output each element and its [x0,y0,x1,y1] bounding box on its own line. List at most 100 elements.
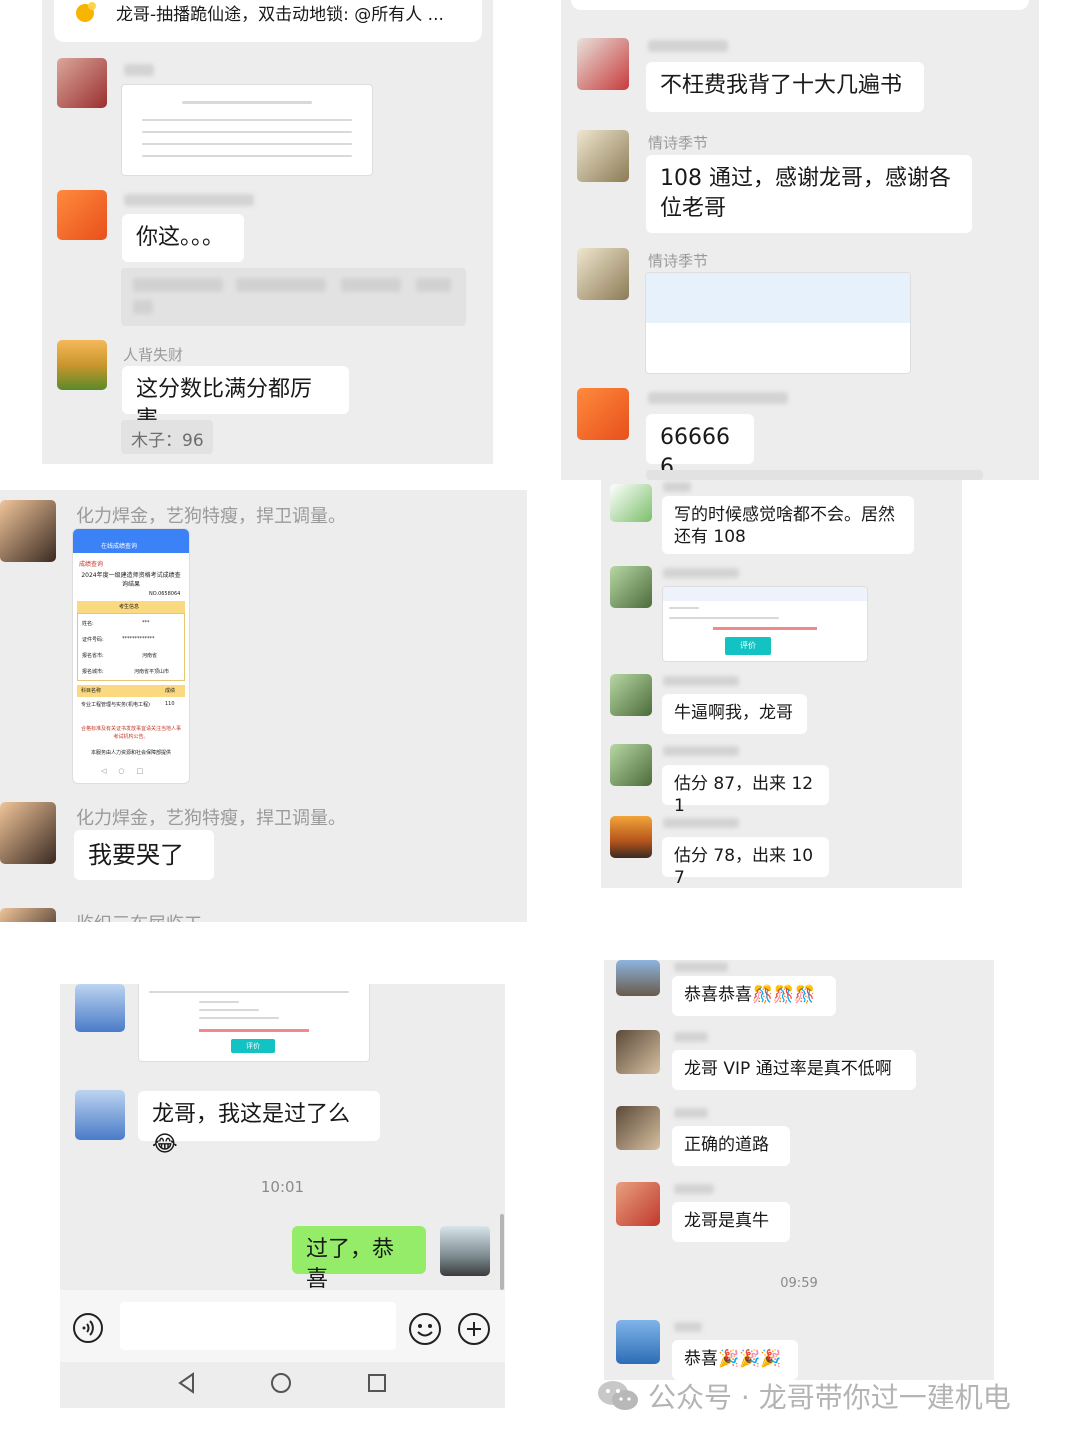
message-bubble[interactable]: 恭喜🎉🎉🎉 [672,1340,798,1380]
phone-bottom-note: 本服务由人力资源和社会保障部提供 [90,750,171,756]
sender-name: 化力焊金，艺狗特瘦，捍卫调量。 [76,808,346,829]
sender-name-blurred [648,392,788,404]
sender-name-blurred [674,962,728,972]
message-bubble[interactable]: 恭喜恭喜🎊🎊🎊 [672,976,836,1016]
sent-message-bubble[interactable]: 过了，恭喜 [292,1226,426,1292]
pinned-text: 龙哥-抽播跪仙途，双击动地锁: @所有人 ... [116,5,444,25]
avatar[interactable] [610,484,652,522]
evaluate-button-label: 评价 [246,1042,260,1050]
phone-number: NO.0658064 [149,591,181,597]
message-bubble[interactable]: 龙哥，我这是过了么😂 [138,1091,380,1157]
avatar[interactable] [0,802,56,864]
sender-name: 情诗季节 [648,134,709,152]
phone-value: 河南省 [142,653,158,659]
phone-subject-col: 科目名称 [81,688,102,694]
scrollbar[interactable] [500,1214,504,1290]
sender-name-blurred [124,64,154,76]
avatar[interactable] [616,1182,660,1226]
avatar[interactable] [75,984,125,1032]
phone-label: 证件号码: [82,637,104,643]
evaluate-button-label: 评价 [740,641,756,650]
avatar[interactable] [616,1030,660,1074]
score-screenshot-thumbnail[interactable] [121,84,373,176]
phone-nav-bar: ◁○□ [101,767,156,775]
phone-value: *** [142,620,150,626]
avatar[interactable] [75,1090,125,1140]
message-bubble[interactable]: 不枉费我背了十大几遍书 [646,62,924,112]
avatar[interactable] [610,674,652,716]
score-screenshot-card[interactable]: 评价 [662,586,868,662]
quote-text: 木子：96 [131,431,204,451]
quoted-message[interactable]: 木子：96 [121,420,213,454]
pinned-announcement[interactable]: 龙哥-抽播跪仙途，双击动地锁: @所有人 ... [54,0,482,42]
message-bubble[interactable]: 龙哥是真牛 [672,1202,790,1242]
message-bubble[interactable]: 我要哭了 [74,830,214,880]
avatar[interactable] [577,388,629,440]
watermark-text: 公众号 · 龙哥带你过一建机电 [648,1381,1011,1414]
phone-header: 在线成绩查询 [101,543,138,550]
avatar[interactable] [577,130,629,182]
chat-panel-1: 龙哥-抽播跪仙途，双击动地锁: @所有人 ... 你这。。。 人背失财 这分数比… [42,0,493,464]
message-bubble[interactable]: 这分数比满分都厉害， [122,366,349,432]
chat-panel-3: 化力焊金，艺狗特瘦，捍卫调量。 在线成绩查询 成绩查询 2024年度一级建造师资… [0,490,527,922]
phone-title: 2024年度一级建造师资格考试成绩查询结果 [81,572,181,588]
message-timestamp: 10:01 [260,1178,305,1196]
image-message[interactable] [645,272,911,374]
sender-name-blurred [674,1184,714,1194]
avatar[interactable] [577,248,629,300]
message-bubble[interactable]: 估分 78，出来 107 [662,837,829,888]
sender-name-blurred [663,746,739,756]
voice-icon[interactable] [72,1312,104,1344]
home-nav-icon[interactable] [266,1368,296,1398]
avatar[interactable] [0,500,56,562]
sender-name-blurred [674,1032,708,1042]
sender-name: 情诗季节 [648,252,709,270]
avatar[interactable] [610,816,652,858]
avatar[interactable] [616,1106,660,1150]
message-bubble[interactable]: 108 通过，感谢龙哥，感谢各位老哥 [646,155,972,233]
avatar[interactable] [616,1320,660,1364]
sender-name-blurred [674,1322,702,1332]
avatar[interactable] [57,340,107,390]
phone-section: 成绩查询 [79,561,104,568]
avatar[interactable] [57,190,107,240]
evaluate-button[interactable]: 评价 [725,637,771,655]
avatar[interactable] [610,566,652,608]
message-bubble[interactable]: 龙哥 VIP 通过率是真不低啊 [672,1050,916,1090]
avatar[interactable] [577,38,629,90]
sender-name: 化力焊金，艺狗特瘦，捍卫调量。 [76,506,346,527]
message-bubble[interactable]: 正确的道路 [672,1126,790,1166]
sender-name-blurred [124,194,254,206]
chat-panel-4: 写的时候感觉啥都不会。居然还有 108 评价 牛逼啊我，龙哥 估分 87，出来 … [601,480,962,888]
next-item-edge [646,470,983,480]
score-screenshot-card[interactable]: 评价 [138,984,370,1062]
plus-icon[interactable] [457,1312,491,1346]
message-bubble[interactable]: 估分 87，出来 121 [662,765,829,816]
avatar[interactable] [616,960,660,996]
phone-subject-score: 110 [165,701,175,707]
avatar[interactable] [0,908,56,922]
avatar[interactable] [57,58,107,108]
message-bubble[interactable]: 写的时候感觉啥都不会。居然还有 108 [662,496,914,554]
phone-screenshot-message[interactable]: 在线成绩查询 成绩查询 2024年度一级建造师资格考试成绩查询结果 NO.065… [72,528,190,784]
emoji-icon[interactable] [408,1312,442,1346]
message-bubble[interactable]: 666666 [646,414,754,480]
phone-subject-row: 专业工程管理与实务(机电工程) [81,702,150,708]
message-input[interactable] [120,1302,396,1350]
quoted-message-blurred [121,268,466,326]
chat-panel-2: 不枉费我背了十大几遍书 情诗季节 108 通过，感谢龙哥，感谢各位老哥 情诗季节… [561,0,1039,480]
avatar[interactable] [610,744,652,786]
message-bubble[interactable]: 你这。。。 [122,214,244,262]
evaluate-button[interactable]: 评价 [231,1039,275,1053]
sun-icon [72,0,98,26]
sender-name: 人背失财 [123,346,184,364]
input-bar [60,1290,505,1362]
back-nav-icon[interactable] [172,1368,202,1398]
message-bubble[interactable]: 牛逼啊我，龙哥 [662,694,807,734]
wechat-icon [596,1378,640,1414]
own-avatar[interactable] [440,1226,490,1276]
chat-panel-6: 恭喜恭喜🎊🎊🎊 龙哥 VIP 通过率是真不低啊 正确的道路 龙哥是真牛 09:5… [604,960,994,1380]
phone-value: ************* [122,636,155,642]
sender-name-blurred [663,676,739,686]
recents-nav-icon[interactable] [362,1368,392,1398]
